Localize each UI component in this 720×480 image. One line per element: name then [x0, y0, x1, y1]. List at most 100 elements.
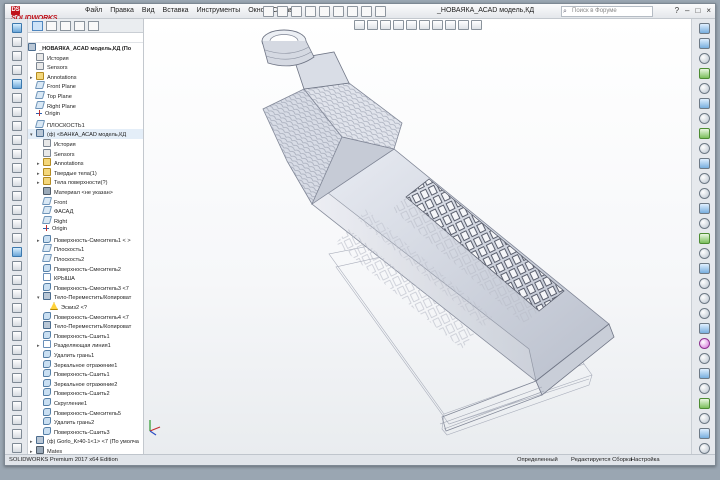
tree-node[interactable]: Поверхность-Сшить2: [28, 388, 143, 398]
surface-icon[interactable]: [12, 51, 22, 61]
wrap-icon[interactable]: [12, 359, 22, 369]
maximize-icon[interactable]: □: [695, 6, 700, 16]
instant3d-icon[interactable]: [12, 247, 22, 257]
tree-node[interactable]: ▾ Тело-Переместить/Копироват: [28, 292, 143, 302]
menu-item[interactable]: Вставка: [163, 7, 189, 14]
draft-icon[interactable]: [12, 303, 22, 313]
rebuild-icon[interactable]: [347, 6, 358, 17]
custom-properties-icon[interactable]: [699, 98, 710, 109]
delete-face-icon[interactable]: [12, 429, 22, 439]
tree-node[interactable]: Удалить грань2: [28, 417, 143, 427]
tree-node[interactable]: ▸ Твердые тела(1): [28, 167, 143, 178]
tree-node[interactable]: Origin: [28, 110, 143, 120]
tree-node[interactable]: ▾ (ф) <БАНКА_АСАD модель,КД: [28, 129, 143, 139]
feature-icon[interactable]: [12, 23, 22, 33]
forum-search-input[interactable]: ⌕ Поиск в Форуме: [561, 6, 653, 17]
appearances-icon[interactable]: [699, 83, 710, 94]
symmetry-check-icon[interactable]: [699, 323, 710, 334]
print-icon[interactable]: [305, 6, 316, 17]
cameras-icon[interactable]: [699, 398, 710, 409]
tree-node[interactable]: КРЫША: [28, 273, 143, 283]
motion-study-icon[interactable]: [699, 428, 710, 439]
tree-node[interactable]: Поверхность-Смеситель5: [28, 407, 143, 418]
tree-node[interactable]: Тело-Переместить/Копироват: [28, 321, 143, 331]
scale-icon[interactable]: [12, 443, 22, 453]
tree-node[interactable]: История: [28, 52, 143, 63]
tree-node[interactable]: Зеркальное отражение2: [28, 378, 143, 389]
undo-icon[interactable]: [319, 6, 330, 17]
mass-properties-icon[interactable]: [699, 158, 710, 169]
sketch-icon[interactable]: [12, 37, 22, 47]
move-body-icon[interactable]: [12, 401, 22, 411]
tree-node[interactable]: Right Plane: [28, 100, 143, 111]
tree-node[interactable]: ▸ Annotations: [28, 71, 143, 82]
tree-node[interactable]: ▸ Annotations: [28, 158, 143, 168]
save-icon[interactable]: [291, 6, 302, 17]
tree-node[interactable]: Зеркальное отражение1: [28, 359, 143, 370]
pattern-icon[interactable]: [12, 331, 22, 341]
tree-node[interactable]: Плоскость2: [28, 254, 143, 264]
rib-icon[interactable]: [12, 345, 22, 355]
draft-analysis-icon[interactable]: [699, 263, 710, 274]
import-diagnostics-icon[interactable]: [699, 218, 710, 229]
intersect-icon[interactable]: [12, 373, 22, 383]
tree-filter-bar[interactable]: [28, 33, 143, 43]
menu-item[interactable]: Инструменты: [197, 7, 241, 14]
tree-node[interactable]: Origin: [28, 225, 143, 235]
zebra-stripes-icon[interactable]: [699, 248, 710, 259]
tree-node[interactable]: Поверхность-Смеситель2: [28, 263, 143, 274]
select-icon[interactable]: [333, 6, 344, 17]
shell-icon[interactable]: [12, 289, 22, 299]
tree-node[interactable]: ПЛОСКОСТЬ1: [28, 119, 143, 130]
geometry-analysis-icon[interactable]: [699, 203, 710, 214]
open-icon[interactable]: [277, 6, 288, 17]
tree-node[interactable]: Поверхность-Сшить3: [28, 426, 143, 437]
curves-icon[interactable]: [12, 219, 22, 229]
combine-icon[interactable]: [12, 415, 22, 425]
tree-node[interactable]: Sensors: [28, 62, 143, 72]
markup-icon[interactable]: [12, 163, 22, 173]
chamfer-icon[interactable]: [12, 275, 22, 285]
menu-item[interactable]: Вид: [142, 7, 155, 14]
forum-icon[interactable]: [699, 113, 710, 124]
mold-tools-icon[interactable]: [12, 149, 22, 159]
tree-node[interactable]: Поверхность-Сшить1: [28, 369, 143, 379]
fillet-icon[interactable]: [12, 261, 22, 271]
file-properties-icon[interactable]: [361, 6, 372, 17]
appearance-sphere-icon[interactable]: [699, 338, 710, 349]
tree-node[interactable]: Sensors: [28, 148, 143, 159]
tree-node[interactable]: Front: [28, 196, 143, 207]
graphics-viewport[interactable]: [144, 19, 691, 455]
tree-node[interactable]: ▸ Разделяющая линия1: [28, 340, 143, 350]
tab-configuration-manager[interactable]: [60, 20, 71, 31]
help-icon[interactable]: ?: [675, 6, 679, 16]
tree-node[interactable]: Front Plane: [28, 81, 143, 91]
walkthrough-icon[interactable]: [699, 413, 710, 424]
measure-icon[interactable]: [699, 143, 710, 154]
analysis-icon[interactable]: [12, 177, 22, 187]
tab-property-manager[interactable]: [46, 20, 57, 31]
menu-item[interactable]: Правка: [110, 7, 134, 14]
minimize-icon[interactable]: –: [685, 6, 689, 16]
decals-icon[interactable]: [699, 353, 710, 364]
weldments-icon[interactable]: [12, 135, 22, 145]
render-icon[interactable]: [12, 121, 22, 131]
dimxpert-icon[interactable]: [12, 107, 22, 117]
assembly-icon[interactable]: [12, 79, 22, 89]
options-gear-icon[interactable]: [375, 6, 386, 17]
parting-line-icon[interactable]: [699, 293, 710, 304]
tree-node[interactable]: Материал <не указан>: [28, 186, 143, 197]
tree-node[interactable]: Удалить грань1: [28, 350, 143, 360]
tab-display-manager[interactable]: [88, 20, 99, 31]
costing-icon[interactable]: [699, 443, 710, 454]
thickness-icon[interactable]: [699, 308, 710, 319]
tree-node[interactable]: Поверхность-Смеситель3 <7: [28, 282, 143, 293]
tree-node[interactable]: Поверхность-Смеситель4 <7: [28, 311, 143, 322]
tab-dimxpert-manager[interactable]: [74, 20, 85, 31]
split-icon[interactable]: [12, 387, 22, 397]
tree-node[interactable]: ФАСАД: [28, 206, 143, 216]
tree-root[interactable]: _НОВАЯКА_АСАD модель,КД (По: [28, 43, 143, 53]
tree-node[interactable]: Поверхность-Сшить1: [28, 330, 143, 341]
section-properties-icon[interactable]: [699, 173, 710, 184]
custom-settings-button[interactable]: Настройка: [631, 455, 660, 465]
